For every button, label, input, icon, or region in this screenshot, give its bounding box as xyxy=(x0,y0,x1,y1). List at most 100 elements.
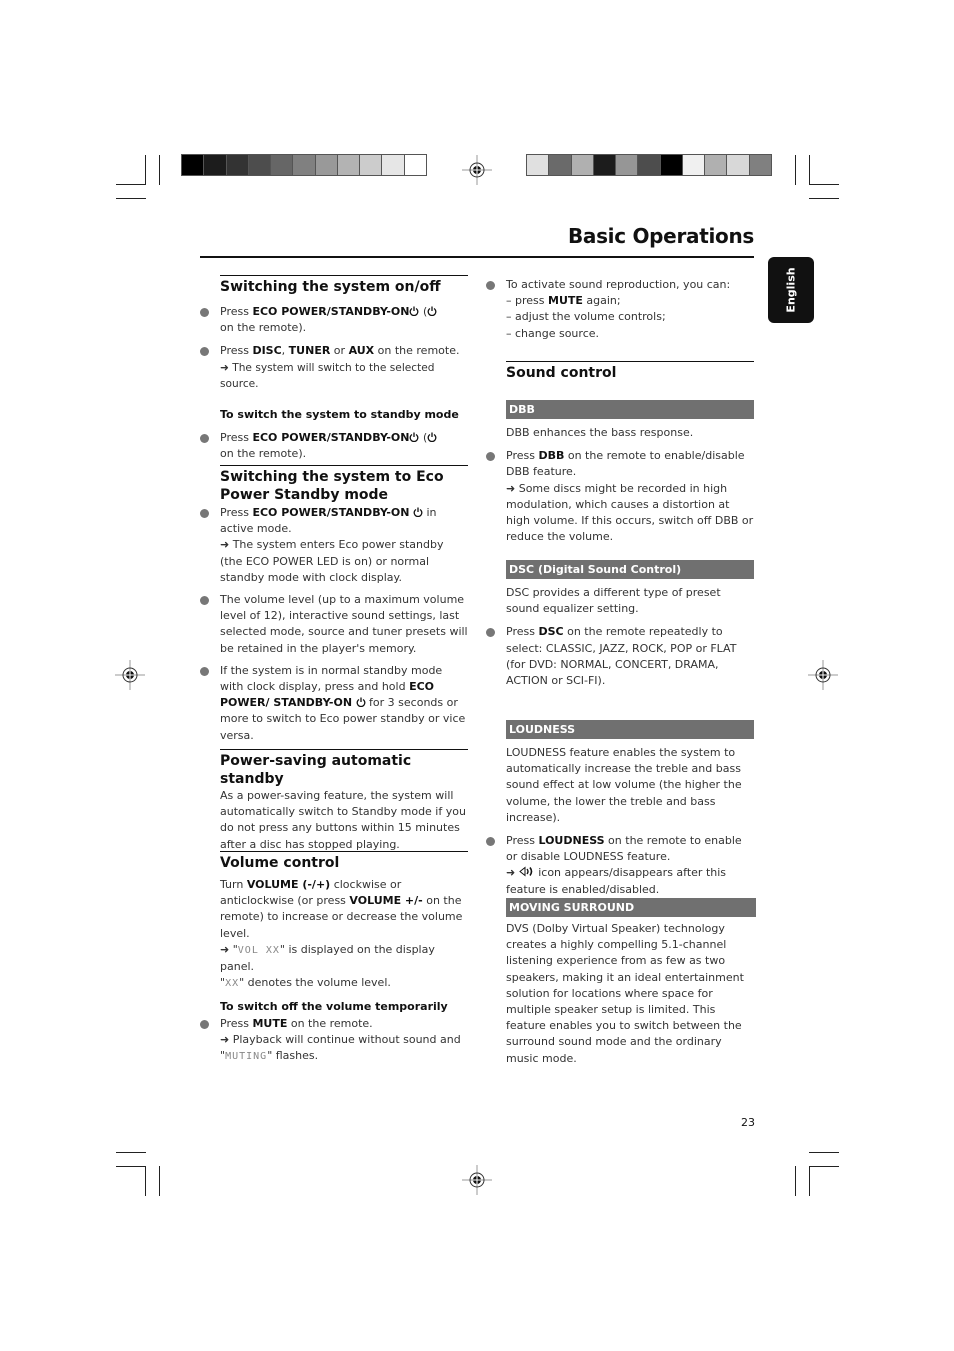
color-swatch xyxy=(571,155,593,175)
crop-mark xyxy=(809,155,810,185)
paragraph: DBB enhances the bass response. xyxy=(506,426,694,439)
section-heading: Switching the system to Eco Power Standb… xyxy=(220,465,468,504)
section-sound-control: Sound control xyxy=(506,361,754,382)
subsection-moving-surround: MOVING SURROUND DVS (Dolby Virtual Speak… xyxy=(506,898,756,1067)
subsection-loudness: LOUDNESS LOUDNESS feature enables the sy… xyxy=(486,720,754,898)
text: Press xyxy=(220,344,253,358)
title-rule xyxy=(200,256,754,258)
text: The volume level (up to a maximum volume… xyxy=(220,593,468,655)
color-swatch xyxy=(382,155,404,175)
button-name: VOLUME (-/+) xyxy=(246,878,331,891)
lcd-text: VOL XX xyxy=(237,944,280,956)
crop-mark xyxy=(809,1166,810,1196)
lcd-text: XX xyxy=(225,978,240,990)
button-name: AUX xyxy=(348,344,375,358)
subsection-band: DSC (Digital Sound Control) xyxy=(506,560,754,579)
crop-mark xyxy=(116,184,146,185)
text: – change source. xyxy=(506,326,600,340)
section-auto-standby: Power-saving automatic standby As a powe… xyxy=(220,749,468,853)
language-tab-label: English xyxy=(784,267,798,313)
list-item: Press ECO POWER/STANDBY-ON ( on the remo… xyxy=(200,304,468,336)
lcd-text: MUTING xyxy=(225,1051,268,1063)
text: Press xyxy=(220,305,253,318)
color-swatch xyxy=(593,155,616,175)
text: Press xyxy=(220,431,253,445)
subsection-dsc: DSC (Digital Sound Control) DSC provides… xyxy=(486,560,754,689)
text: " flashes. xyxy=(267,1049,319,1063)
list-item: To activate sound reproduction, you can:… xyxy=(486,277,754,342)
text: on the remote. xyxy=(374,344,460,358)
text: Press xyxy=(220,1016,253,1030)
result-note: icon appears/disappears after this featu… xyxy=(506,866,727,896)
color-swatch xyxy=(182,155,204,175)
color-swatch xyxy=(638,155,660,175)
crop-mark xyxy=(809,198,839,199)
color-calibration-bar-right xyxy=(526,154,772,176)
list-item: Press DSC on the remote repeatedly to se… xyxy=(486,624,754,689)
button-name: DSC xyxy=(538,625,564,639)
color-swatch xyxy=(360,155,382,175)
crop-mark xyxy=(809,1152,839,1153)
subheading: To switch the system to standby mode xyxy=(220,408,459,422)
result-note: ➜ The system will switch to the selected… xyxy=(220,361,435,390)
color-swatch xyxy=(271,155,293,175)
section-switching-on-off: Switching the system on/off Press ECO PO… xyxy=(200,275,468,463)
paragraph: DSC provides a different type of preset … xyxy=(506,586,721,616)
button-name: ECO POWER/STANDBY-ON xyxy=(252,431,410,445)
color-swatch xyxy=(616,155,638,175)
paragraph: LOUDNESS feature enables the system to a… xyxy=(506,746,742,824)
crop-mark xyxy=(159,1166,160,1196)
text: ( xyxy=(419,431,428,445)
power-icon xyxy=(413,507,423,517)
subsection-band: DBB xyxy=(506,400,754,419)
paragraph: Turn VOLUME (-/+) clockwise or anticlock… xyxy=(220,878,463,990)
section-heading: Switching the system on/off xyxy=(220,275,468,296)
language-tab: English xyxy=(768,257,814,323)
button-name: ECO POWER/STANDBY-ON xyxy=(252,305,410,318)
power-icon xyxy=(410,432,419,443)
subsection-band: LOUDNESS xyxy=(506,720,754,739)
crop-mark xyxy=(145,1166,146,1196)
registration-mark-icon xyxy=(808,660,838,690)
crop-mark xyxy=(809,184,839,185)
crop-mark xyxy=(795,155,796,185)
crop-mark xyxy=(116,1152,146,1153)
list-item: Press MUTE on the remote. ➜ Playback wil… xyxy=(200,1016,468,1066)
color-swatch xyxy=(682,155,705,175)
power-icon xyxy=(427,306,437,316)
list-item: Press ECO POWER/STANDBY-ON ( on the remo… xyxy=(200,430,468,462)
registration-mark-icon xyxy=(462,1165,492,1195)
button-name: MUTE xyxy=(252,1016,288,1030)
text: Press xyxy=(220,506,253,519)
text: again; xyxy=(582,294,621,308)
result-note: ➜ Some discs might be recorded in high m… xyxy=(506,481,754,544)
section-heading: Power-saving automatic standby xyxy=(220,749,468,788)
power-icon xyxy=(356,697,365,708)
paragraph: DVS (Dolby Virtual Speaker) technology c… xyxy=(506,922,744,1065)
text: Press xyxy=(506,834,539,848)
list-item: Press ECO POWER/STANDBY-ON in active mod… xyxy=(200,505,468,586)
list-item: Press LOUDNESS on the remote to enable o… xyxy=(486,833,754,898)
button-name: ECO POWER/STANDBY-ON xyxy=(252,506,410,519)
color-swatch xyxy=(549,155,571,175)
color-swatch xyxy=(660,155,682,175)
registration-mark-icon xyxy=(115,660,145,690)
text: " denotes the volume level. xyxy=(239,976,391,990)
color-swatch xyxy=(315,155,337,175)
button-name: LOUDNESS xyxy=(538,834,605,848)
text: – adjust the volume controls; xyxy=(506,310,666,324)
crop-mark xyxy=(159,155,160,185)
button-name: MUTE xyxy=(548,294,583,308)
color-swatch xyxy=(527,155,549,175)
text: To activate sound reproduction, you can: xyxy=(506,278,731,291)
button-name: DBB xyxy=(538,449,565,463)
list-item: Press DISC, TUNER or AUX on the remote. … xyxy=(200,343,468,392)
page-title: Basic Operations xyxy=(567,224,754,248)
paragraph: As a power-saving feature, the system wi… xyxy=(220,789,466,851)
text: Press xyxy=(506,449,539,463)
crop-mark xyxy=(795,1166,796,1196)
color-swatch xyxy=(404,155,426,175)
color-swatch xyxy=(749,155,771,175)
page-number: 23 xyxy=(741,1116,755,1129)
section-heading: Volume control xyxy=(220,851,468,872)
